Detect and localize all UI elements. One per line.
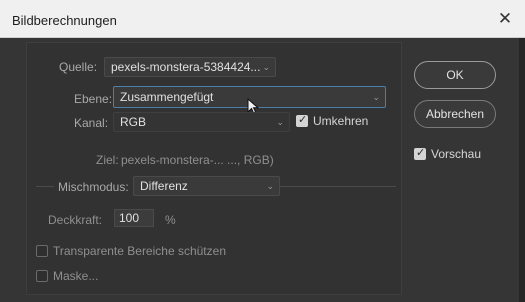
window-edge <box>519 38 525 302</box>
cancel-button-label: Abbrechen <box>425 107 485 121</box>
target-value: pexels-monstera-... ..., RGB) <box>121 153 274 167</box>
chevron-down-icon: ⌄ <box>276 117 284 127</box>
ok-button-label: OK <box>446 68 464 82</box>
source-value: pexels-monstera-5384424... <box>111 60 261 74</box>
opacity-label: Deckkraft: <box>48 213 103 227</box>
channel-label: Kanal: <box>74 116 109 130</box>
preview-checkbox[interactable]: ✓ <box>414 147 426 160</box>
title-bar: Bildberechnungen ✕ <box>0 0 525 38</box>
invert-label: Umkehren <box>313 114 369 128</box>
blend-mode-value: Differenz <box>140 179 188 193</box>
source-label: Quelle: <box>59 60 98 74</box>
chevron-down-icon: ⌄ <box>266 181 274 191</box>
chevron-down-icon: ⌄ <box>262 62 270 72</box>
preserve-transparency-checkbox[interactable] <box>36 245 48 257</box>
preview-label: Vorschau <box>431 147 482 161</box>
layer-value: Zusammengefügt <box>120 90 214 104</box>
ok-button[interactable]: OK <box>414 61 496 89</box>
cancel-button[interactable]: Abbrechen <box>414 100 496 128</box>
target-label: Ziel: <box>96 153 119 167</box>
mask-checkbox[interactable] <box>36 270 48 282</box>
invert-checkbox[interactable]: ✓ <box>296 114 308 127</box>
layer-label: Ebene: <box>74 92 113 106</box>
mask-label: Maske... <box>53 269 99 283</box>
chevron-down-icon: ⌄ <box>372 92 380 102</box>
channel-select[interactable]: RGB ⌄ <box>113 112 290 132</box>
close-button[interactable]: ✕ <box>491 7 519 31</box>
window-title: Bildberechnungen <box>12 13 117 28</box>
close-icon: ✕ <box>497 9 513 28</box>
preserve-transparency-label: Transparente Bereiche schützen <box>53 244 226 258</box>
checkmark-icon: ✓ <box>298 114 308 126</box>
channel-value: RGB <box>120 115 147 129</box>
blend-mode-label: Mischmodus: <box>54 180 133 194</box>
opacity-unit: % <box>165 213 176 227</box>
source-select[interactable]: pexels-monstera-5384424... ⌄ <box>104 57 276 77</box>
opacity-input[interactable]: 100 <box>114 209 154 227</box>
blend-mode-select[interactable]: Differenz ⌄ <box>133 176 280 196</box>
checkmark-icon: ✓ <box>416 147 426 159</box>
